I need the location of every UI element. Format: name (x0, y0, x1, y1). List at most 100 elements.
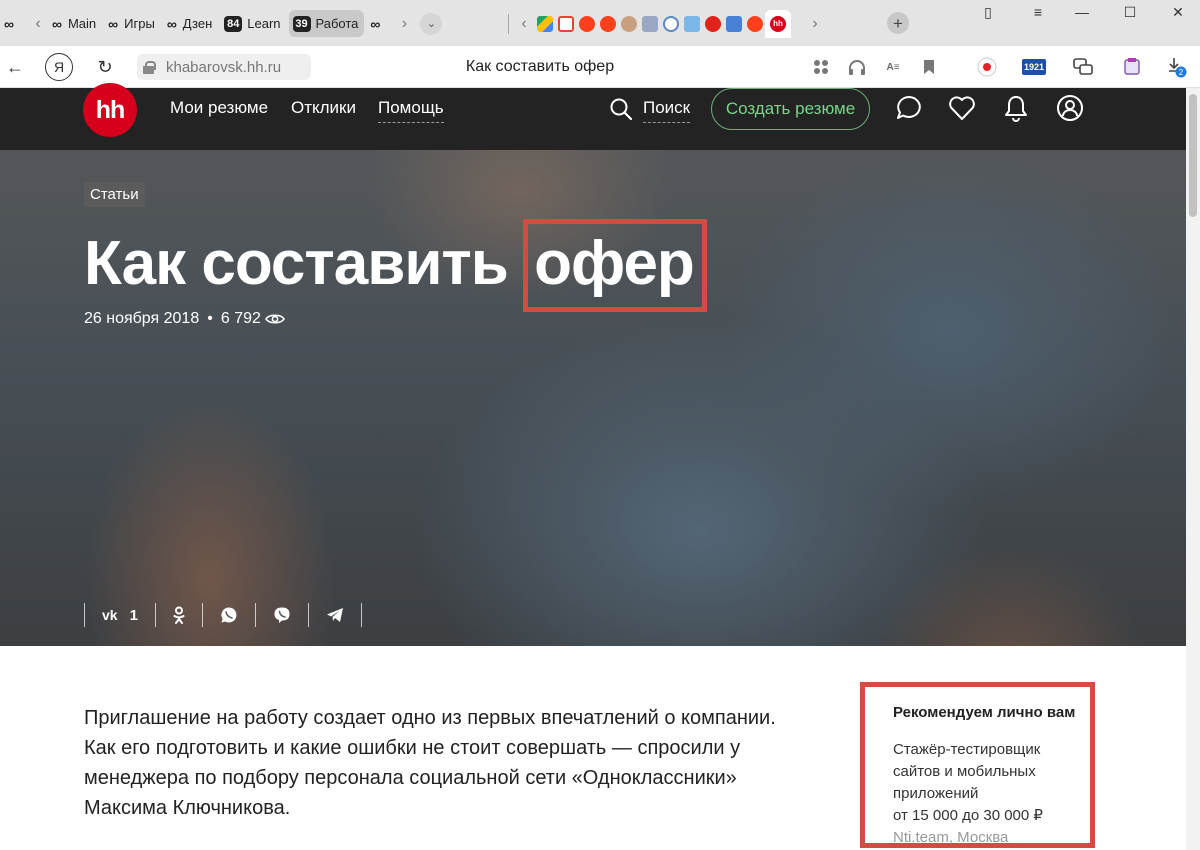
publish-date: 26 ноября 2018 (84, 310, 200, 327)
bookmarks-panel-icon[interactable]: ▯ (966, 0, 1010, 24)
headphones-icon[interactable] (846, 56, 868, 78)
record-icon[interactable] (976, 56, 998, 78)
page-scrollbar[interactable] (1186, 88, 1200, 850)
page-title: Как составить офер (465, 58, 615, 75)
reader-mode-icon[interactable]: A≡ (882, 56, 904, 78)
article-title: Как составить офер (84, 219, 707, 312)
bookmark-icon[interactable] (918, 56, 940, 78)
tab-group-favicons: ‹ hh › (514, 9, 825, 38)
share-viber-button[interactable] (254, 603, 308, 627)
user-profile-icon[interactable] (1055, 93, 1085, 123)
hamburger-menu-icon[interactable]: ≡ (1016, 0, 1060, 24)
nav-my-resumes[interactable]: Мои резюме (170, 98, 268, 118)
share-vk-button[interactable]: vk 1 (84, 603, 155, 627)
favicons-scroll-left-icon[interactable]: ‹ (514, 10, 534, 37)
yandex-home-icon[interactable]: Я (45, 53, 73, 81)
title-highlighted-word: офер (523, 219, 707, 312)
tab-dzen[interactable]: ∞ Дзен (163, 10, 218, 37)
share-bar: vk 1 (84, 603, 362, 627)
category-tag[interactable]: Статьи (84, 182, 145, 207)
infinity-icon: ∞ (108, 15, 119, 32)
share-telegram-button[interactable] (307, 603, 362, 627)
favorites-heart-icon[interactable] (947, 93, 977, 123)
search-link[interactable]: Поиск (609, 94, 691, 123)
docs-icon[interactable] (725, 15, 742, 32)
tab-list-chevron-down-icon[interactable]: ⌄ (420, 12, 443, 35)
odnoklassniki-icon (173, 606, 185, 624)
image-icon[interactable] (641, 15, 658, 32)
scrollbar-thumb[interactable] (1189, 94, 1197, 217)
tabs-scroll-right-icon[interactable]: › (394, 10, 414, 37)
infinity-icon: ∞ (4, 15, 14, 32)
hh-logo[interactable]: hh (83, 83, 137, 137)
extension-puzzle-icon[interactable] (1122, 56, 1144, 78)
tabs-scroll-left-icon[interactable]: ‹ (28, 10, 48, 37)
search-icon (610, 98, 633, 120)
recommended-vacancy-widget: Рекомендуем лично вам Стажёр-тестировщик… (860, 682, 1095, 848)
tab-learn[interactable]: 84 Learn (220, 10, 286, 37)
tab-pinned-2[interactable]: ∞ (366, 10, 392, 37)
infinity-icon: ∞ (166, 15, 177, 32)
url-field[interactable]: khabarovsk.hh.ru (137, 54, 311, 80)
share-odnoklassniki-button[interactable] (154, 603, 202, 627)
chat-bubbles-icon[interactable] (1072, 56, 1094, 78)
view-count: 6 792 (220, 310, 261, 327)
viber-icon (274, 607, 290, 623)
vk-icon: vk (102, 607, 118, 623)
infinity-icon: ∞ (370, 15, 381, 32)
yandex-icon[interactable] (578, 15, 595, 32)
site-header: hh Мои резюме Отклики Помощь Поиск Созда… (0, 83, 1186, 150)
whatsapp-icon (221, 607, 237, 623)
tab-games[interactable]: ∞ Игры (104, 10, 161, 37)
extensions-grid-icon[interactable] (810, 56, 832, 78)
nav-help[interactable]: Помощь (378, 98, 444, 123)
close-window-icon[interactable]: ✕ (1156, 0, 1200, 24)
downloads-icon[interactable]: 2 (1166, 56, 1188, 78)
eye-icon (264, 314, 285, 324)
article-lead: Приглашение на работу создает одно из пе… (84, 707, 776, 819)
search-label: Поиск (643, 98, 691, 123)
meta-separator: • (207, 310, 213, 327)
nav-responses[interactable]: Отклики (291, 98, 356, 118)
tab-main[interactable]: ∞ Main (48, 10, 102, 37)
create-resume-button[interactable]: Создать резюме (711, 88, 870, 130)
tab-divider (508, 14, 509, 34)
yandex-icon[interactable] (599, 15, 616, 32)
url-text: khabarovsk.hh.ru (166, 58, 282, 76)
hh-active-tab[interactable]: hh (765, 9, 791, 38)
calendar-extension-icon[interactable]: 1921 (1020, 56, 1048, 78)
google-drive-icon[interactable] (536, 15, 553, 32)
tab-pinned-1[interactable]: ∞ (0, 10, 26, 37)
search-icon[interactable] (662, 15, 679, 32)
hh-favicon-icon: hh (770, 15, 786, 32)
maximize-window-icon[interactable]: ☐ (1108, 0, 1152, 24)
vacancy-salary: от 15 000 до 30 000 ₽ (893, 807, 1043, 824)
favicons-scroll-right-icon[interactable]: › (805, 10, 825, 37)
svg-text:2: 2 (1179, 68, 1184, 77)
chat-icon[interactable] (894, 93, 924, 123)
browser-tab-strip: ∞ ‹ ∞ Main ∞ Игры ∞ Дзен 84 Learn 39 Работа ∞… (0, 0, 1200, 46)
article-meta: 26 ноября 2018 • 6 792 (84, 310, 285, 328)
lock-icon (143, 60, 156, 74)
tab-count-badge: 39 (292, 15, 311, 32)
tab-group-left: ∞ ‹ ∞ Main ∞ Игры ∞ Дзен 84 Learn 39 Работа ∞… (0, 10, 443, 37)
notifications-bell-icon[interactable] (1001, 93, 1031, 123)
snowflake-icon[interactable] (683, 15, 700, 32)
minimize-window-icon[interactable]: — (1060, 0, 1104, 24)
avatar-icon[interactable] (620, 15, 637, 32)
recommendation-heading: Рекомендуем лично вам (893, 704, 1076, 721)
yandex-browser-icon[interactable] (704, 15, 721, 32)
article-hero: Статьи Как составить офер 26 ноября 2018… (0, 150, 1186, 646)
share-whatsapp-button[interactable] (201, 603, 255, 627)
reload-icon[interactable]: ↻ (92, 54, 118, 80)
infinity-icon: ∞ (51, 15, 62, 32)
address-bar: ← Я ↻ khabarovsk.hh.ru Как составить офе… (0, 46, 1200, 88)
back-arrow-icon[interactable]: ← (2, 54, 28, 80)
vacancy-company[interactable]: Nti.team, Москва (893, 827, 1090, 849)
new-tab-button[interactable]: + (887, 12, 909, 34)
tab-work[interactable]: 39 Работа (288, 10, 365, 37)
gmail-icon[interactable] (557, 15, 574, 32)
telegram-icon (326, 608, 343, 622)
yandex-icon[interactable] (746, 15, 763, 32)
vacancy-title-link[interactable]: Стажёр-тестировщик сайтов и мобильных пр… (893, 739, 1073, 805)
